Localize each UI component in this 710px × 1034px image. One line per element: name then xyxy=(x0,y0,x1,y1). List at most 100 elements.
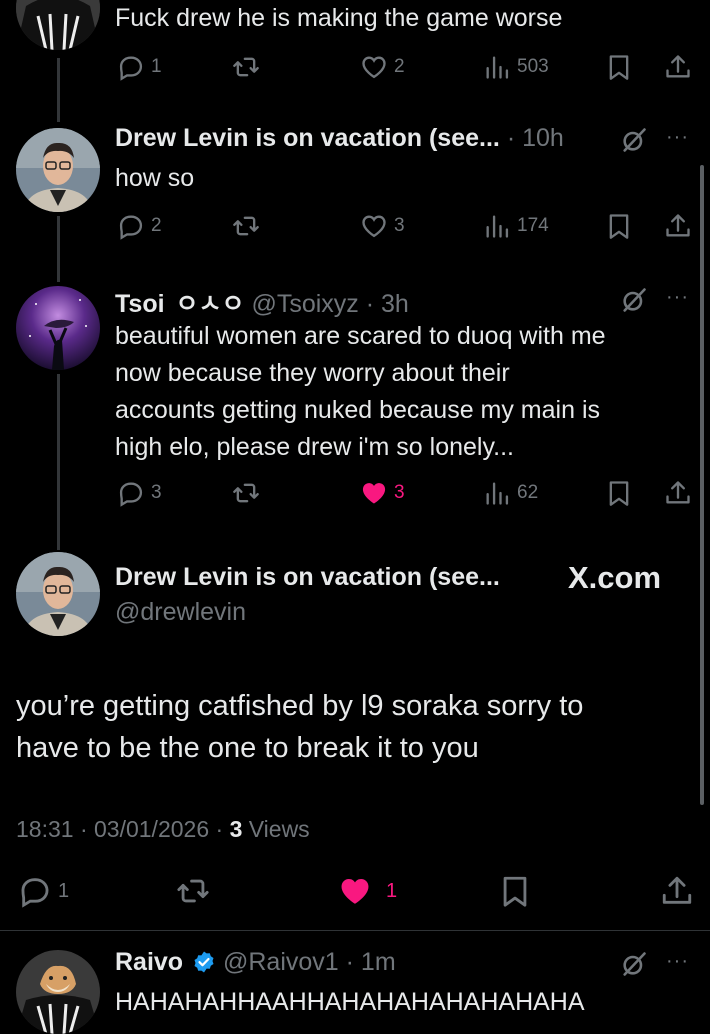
bookmark-button[interactable] xyxy=(605,53,633,81)
avatar[interactable] xyxy=(16,552,100,636)
grok-icon xyxy=(620,286,648,314)
views-label: Views xyxy=(248,816,310,842)
reply-count: 1 xyxy=(58,879,70,902)
share-icon xyxy=(664,212,692,240)
views-icon xyxy=(483,212,511,240)
views-button[interactable]: 174 xyxy=(483,212,549,240)
retweet-icon xyxy=(176,874,210,908)
avatar[interactable] xyxy=(16,128,100,212)
bookmark-icon xyxy=(498,874,532,908)
share-icon xyxy=(664,53,692,81)
views-count: 503 xyxy=(517,56,549,77)
divider xyxy=(0,930,710,931)
thread-line xyxy=(57,374,60,550)
reply-button[interactable]: 1 xyxy=(18,874,69,908)
avatar[interactable] xyxy=(16,0,100,50)
grok-button[interactable] xyxy=(620,950,648,978)
bookmark-icon xyxy=(605,212,633,240)
tweet-timestamp: 18:31 · 03/01/2026 · 3 Views xyxy=(16,816,310,843)
share-icon xyxy=(660,874,694,908)
retweet-button[interactable] xyxy=(232,53,260,81)
reply-icon xyxy=(117,479,145,507)
display-name[interactable]: Tsoi xyxy=(115,290,165,318)
reply-count: 2 xyxy=(151,215,162,236)
like-button[interactable]: 3 xyxy=(360,479,405,507)
like-button[interactable]: 1 xyxy=(338,874,397,908)
tweet-header: Raivo @Raivov1 · 1m xyxy=(115,948,396,977)
like-count: 1 xyxy=(386,879,398,902)
reply-icon xyxy=(117,53,145,81)
tweet-text-line: high elo, please drew i'm so lonely... xyxy=(115,433,514,461)
views-count: 62 xyxy=(517,482,539,503)
display-name[interactable]: Drew Levin is on vacation (see... xyxy=(115,563,500,591)
retweet-button[interactable] xyxy=(232,212,260,240)
like-button[interactable]: 2 xyxy=(360,53,405,81)
tweet-header: Tsoi ㅇㅅㅇ @Tsoixyz · 3h xyxy=(115,284,409,320)
retweet-icon xyxy=(232,212,260,240)
like-count: 3 xyxy=(394,482,405,503)
handle[interactable]: @drewlevin xyxy=(115,598,246,627)
like-icon xyxy=(360,212,388,240)
views-button[interactable]: 503 xyxy=(483,53,549,81)
tweet-meta: @Raivov1 · 1m xyxy=(223,948,396,976)
verified-icon xyxy=(194,951,214,973)
grok-button[interactable] xyxy=(620,126,648,154)
share-button[interactable] xyxy=(660,874,694,908)
scrollbar[interactable] xyxy=(700,165,704,805)
like-icon xyxy=(360,53,388,81)
share-button[interactable] xyxy=(664,53,692,81)
reply-button[interactable]: 3 xyxy=(117,479,162,507)
reply-count: 1 xyxy=(151,56,162,77)
avatar[interactable] xyxy=(16,286,100,370)
more-icon[interactable]: ··· xyxy=(666,286,689,309)
like-icon-filled xyxy=(360,479,388,507)
views-icon xyxy=(483,53,511,81)
bookmark-icon xyxy=(605,479,633,507)
bookmark-button[interactable] xyxy=(498,874,532,908)
retweet-button[interactable] xyxy=(176,874,210,908)
reply-icon xyxy=(117,212,145,240)
timestamp[interactable]: 18:31 · 03/01/2026 · xyxy=(16,816,223,842)
main-tweet-text-line: have to be the one to break it to you xyxy=(16,732,479,764)
bookmark-icon xyxy=(605,53,633,81)
reply-button[interactable]: 1 xyxy=(117,53,162,81)
thread-line xyxy=(57,216,60,282)
tweet-text: how so xyxy=(115,164,195,192)
tweet-text: HAHAHAHHAAHHAHAHAHAHAHAHAHA xyxy=(115,988,585,1016)
display-name[interactable]: Raivo xyxy=(115,948,183,976)
reply-button[interactable]: 2 xyxy=(117,212,162,240)
grok-icon xyxy=(620,126,648,154)
views-button[interactable]: 62 xyxy=(483,479,538,507)
share-button[interactable] xyxy=(664,479,692,507)
reply-icon xyxy=(18,874,52,908)
like-button[interactable]: 3 xyxy=(360,212,405,240)
tweet-meta: @Tsoixyz · 3h xyxy=(251,290,409,318)
like-count: 2 xyxy=(394,56,405,77)
views-icon xyxy=(483,479,511,507)
share-button[interactable] xyxy=(664,212,692,240)
source-watermark: X.com xyxy=(568,560,662,595)
like-count: 3 xyxy=(394,215,405,236)
views-count: 174 xyxy=(517,215,549,236)
more-icon[interactable]: ··· xyxy=(666,950,689,973)
retweet-icon xyxy=(232,479,260,507)
display-name[interactable]: Drew Levin is on vacation (see... xyxy=(115,124,500,152)
retweet-icon xyxy=(232,53,260,81)
retweet-button[interactable] xyxy=(232,479,260,507)
thread-line xyxy=(57,58,60,122)
name-badge: ㅇㅅㅇ xyxy=(175,290,245,318)
tweet-header: Drew Levin is on vacation (see... · 10h xyxy=(115,124,564,153)
main-tweet-name[interactable]: Drew Levin is on vacation (see... xyxy=(115,563,500,592)
tweet-text-line: now because they worry about their xyxy=(115,359,510,387)
avatar[interactable] xyxy=(16,950,100,1034)
grok-icon xyxy=(620,950,648,978)
bookmark-button[interactable] xyxy=(605,479,633,507)
tweet-text-line: beautiful women are scared to duoq with … xyxy=(115,322,606,350)
tweet-text: Fuck drew he is making the game worse xyxy=(115,4,563,32)
more-icon[interactable]: ··· xyxy=(666,126,689,149)
grok-button[interactable] xyxy=(620,286,648,314)
bookmark-button[interactable] xyxy=(605,212,633,240)
views-count: 3 xyxy=(229,816,243,842)
tweet-text-line: accounts getting nuked because my main i… xyxy=(115,396,600,424)
like-icon-filled xyxy=(338,874,372,908)
